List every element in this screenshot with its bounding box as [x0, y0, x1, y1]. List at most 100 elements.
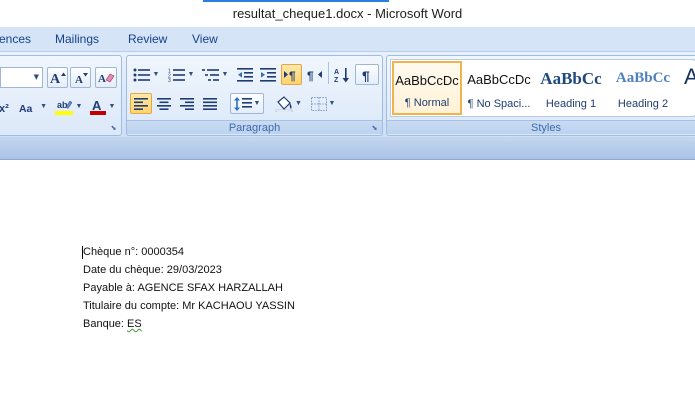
ribbon: ▼ A A A x² Aa ▼ ab ▼ A ▼ ⬊ ▼ 1 2 3 ▼ ▼ ¶… [0, 51, 695, 137]
superscript-button[interactable]: x² [0, 96, 15, 117]
doc-line-label: Date du chèque: [83, 264, 167, 276]
change-case-icon: Aa [19, 103, 33, 113]
svg-text:x²: x² [0, 103, 9, 114]
line-spacing-button[interactable]: ▼ [230, 93, 264, 114]
bullets-icon [133, 68, 150, 81]
style-sample: AaBbCc [540, 69, 602, 88]
style-name: ¶ No Spaci... [467, 98, 531, 110]
shrink-font-button[interactable]: A [70, 67, 91, 88]
align-center-button[interactable] [153, 93, 175, 114]
doc-line-cheque-date[interactable]: Date du chèque: 29/03/2023 [83, 264, 222, 276]
style-name: ¶ Normal [404, 97, 450, 109]
highlighter-icon: ab [54, 100, 73, 115]
sort-button[interactable]: A Z [331, 64, 353, 85]
highlight-color-button[interactable]: ab ▼ [52, 96, 84, 117]
styles-group-label: Styles [387, 120, 695, 134]
style-sample: AaBbCcDc [467, 72, 531, 87]
line-spacing-icon [233, 96, 252, 111]
paint-bucket-icon [275, 95, 293, 112]
shading-button[interactable]: ▼ [272, 93, 305, 114]
tab-mailings[interactable]: Mailings [55, 32, 99, 46]
grow-font-button[interactable]: A [47, 67, 68, 88]
clear-formatting-button[interactable]: A [95, 67, 117, 88]
doc-line-label: Chèque n°: [83, 246, 142, 258]
tab-review[interactable]: Review [128, 32, 167, 46]
svg-text:A: A [92, 98, 102, 113]
paragraph-group-label: Paragraph [127, 120, 382, 134]
doc-line-account-holder[interactable]: Titulaire du compte: Mr KACHAOU YASSIN [83, 300, 295, 312]
doc-line-label: Payable à: [83, 282, 138, 294]
numbering-icon: 1 2 3 [168, 68, 185, 82]
doc-line-value: AGENCE SFAX HARZALLAH [137, 282, 283, 294]
align-left-button[interactable] [130, 93, 152, 114]
change-case-button[interactable]: Aa ▼ [18, 96, 48, 117]
left-to-right-icon: ¶ [284, 69, 296, 82]
title-bar: resultat_cheque1.docx - Microsoft Word [0, 0, 695, 27]
decrease-indent-icon [237, 67, 253, 82]
font-size-box[interactable]: ▼ [0, 67, 43, 88]
style-title[interactable]: A [680, 61, 695, 115]
left-to-right-button[interactable]: ¶ [281, 64, 302, 85]
sort-icon: A Z [334, 67, 349, 83]
right-to-left-icon: ¶ [307, 69, 322, 82]
doc-line-label: Banque: [83, 318, 128, 330]
chevron-down-icon: ▼ [295, 100, 302, 107]
svg-text:A: A [334, 69, 339, 76]
paragraph-dialog-launcher-icon[interactable]: ⬊ [370, 124, 379, 133]
style-sample: AaBbCcDc [395, 73, 459, 88]
chevron-down-icon: ▼ [253, 100, 261, 107]
doc-line-value: Mr KACHAOU YASSIN [182, 300, 295, 312]
font-color-icon: A [89, 98, 106, 115]
show-formatting-marks-button[interactable]: ¶ [355, 64, 379, 85]
svg-text:Z: Z [334, 77, 339, 83]
justify-icon [203, 97, 217, 110]
chevron-down-icon: ▼ [328, 100, 336, 107]
svg-text:A: A [75, 74, 83, 85]
chevron-down-icon: ▼ [75, 103, 83, 110]
window-title: resultat_cheque1.docx - Microsoft Word [232, 6, 463, 21]
style-sample: AaBbCc [615, 70, 671, 86]
align-center-icon [157, 97, 171, 110]
doc-line-payable[interactable]: Payable à: AGENCE SFAX HARZALLAH [83, 282, 283, 294]
font-color-button[interactable]: A ▼ [87, 96, 117, 117]
chevron-down-icon: ▼ [187, 71, 195, 78]
svg-text:3: 3 [168, 78, 171, 82]
svg-text:ab: ab [57, 100, 68, 110]
tab-view[interactable]: View [192, 32, 218, 46]
doc-line-value: 0000354 [141, 246, 185, 258]
numbering-button[interactable]: 1 2 3 ▼ [165, 64, 197, 85]
font-dialog-launcher-icon[interactable]: ⬊ [109, 124, 118, 133]
chevron-down-icon: ▼ [33, 73, 39, 81]
multilevel-list-icon [201, 68, 219, 81]
increase-indent-button[interactable] [257, 64, 279, 85]
doc-line-cheque-number[interactable]: Chèque n°: 0000354 [83, 246, 184, 258]
svg-text:¶: ¶ [307, 69, 314, 82]
bullets-button[interactable]: ▼ [130, 64, 162, 85]
styles-gallery: AaBbCcDc ¶ Normal AaBbCcDc ¶ No Spaci...… [390, 59, 695, 117]
multilevel-list-button[interactable]: ▼ [200, 64, 230, 85]
style-no-spacing[interactable]: AaBbCcDc ¶ No Spaci... [464, 61, 534, 115]
style-heading-2[interactable]: AaBbCc Heading 2 [608, 61, 678, 115]
chevron-down-icon: ▼ [108, 103, 116, 110]
doc-line-bank[interactable]: Banque: ES [83, 318, 142, 330]
style-sample: A [684, 64, 695, 89]
title-accent-bar [203, 0, 389, 2]
ribbon-tab-strip: ences Mailings Review View [0, 27, 695, 51]
font-group: ▼ A A A x² Aa ▼ ab ▼ A ▼ ⬊ [0, 55, 122, 136]
style-name: Heading 2 [617, 98, 669, 110]
doc-line-value: ES [127, 318, 142, 330]
tab-references[interactable]: ences [0, 32, 31, 46]
align-right-button[interactable] [176, 93, 198, 114]
right-to-left-button[interactable]: ¶ [304, 64, 325, 85]
style-normal[interactable]: AaBbCcDc ¶ Normal [392, 61, 462, 115]
ruler-band [0, 137, 695, 160]
borders-button[interactable]: ▼ [307, 93, 339, 114]
superscript-icon: x² [0, 103, 9, 114]
toolbar-separator [328, 62, 329, 84]
justify-button[interactable] [199, 93, 221, 114]
chevron-down-icon: ▼ [40, 103, 47, 110]
decrease-indent-button[interactable] [234, 64, 256, 85]
style-heading-1[interactable]: AaBbCc Heading 1 [536, 61, 606, 115]
align-left-icon [134, 97, 148, 110]
increase-indent-icon [260, 67, 276, 82]
